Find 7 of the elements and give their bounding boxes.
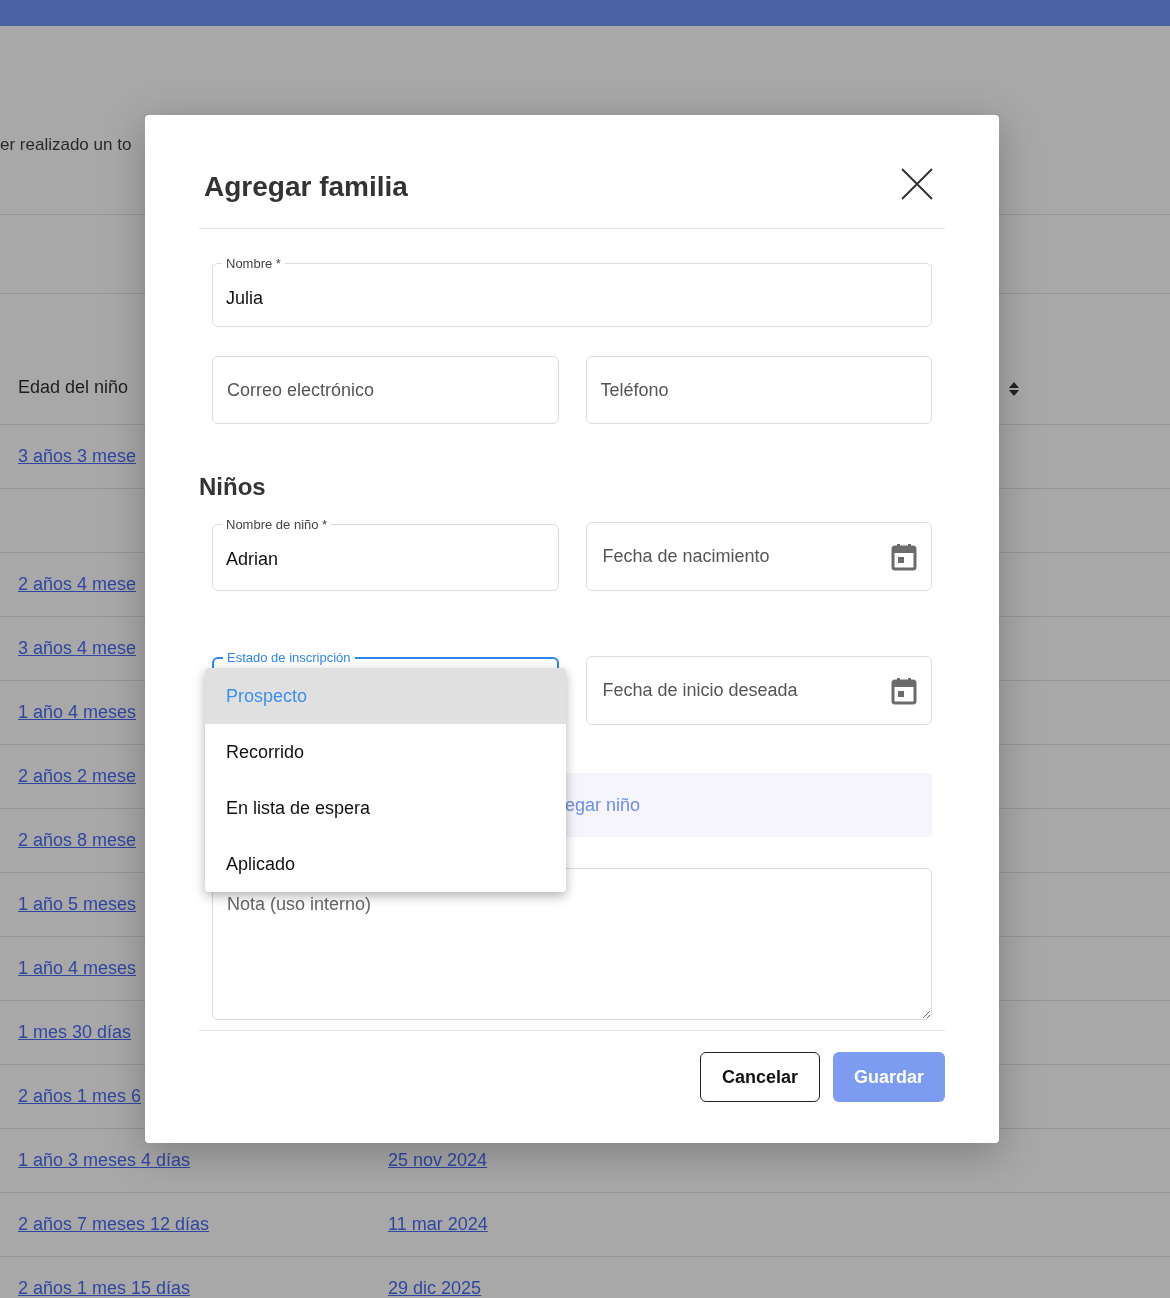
- column-header: Edad del niño: [18, 377, 129, 397]
- field-label: Nombre *: [225, 257, 282, 270]
- notice-text: er realizado un to: [0, 134, 132, 156]
- field-label: Nombre de niño *: [225, 518, 329, 531]
- dialog-title: Agregar familia: [204, 170, 408, 204]
- field-label: Estado de inscripción: [226, 651, 352, 664]
- section-heading: Niños: [199, 472, 267, 502]
